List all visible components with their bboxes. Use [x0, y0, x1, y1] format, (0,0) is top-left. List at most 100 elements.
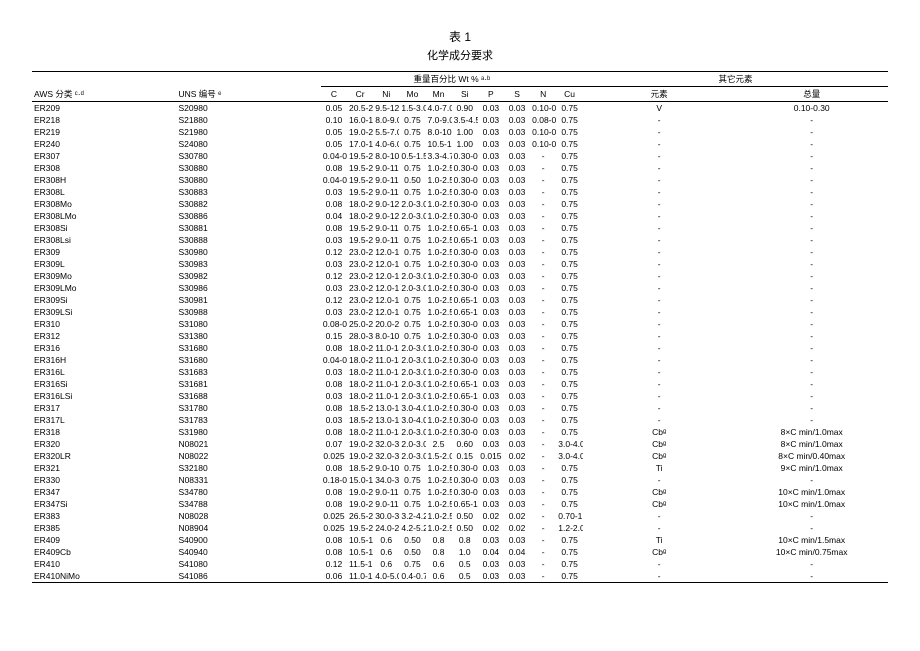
cell: 0.75 — [556, 306, 583, 318]
cell: - — [530, 378, 556, 390]
cell: - — [735, 558, 888, 570]
cell: 0.10-0.30 — [530, 138, 556, 150]
cell: 0.03 — [478, 186, 504, 198]
cell: 0.03 — [504, 438, 530, 450]
cell: 28.0-32.0 — [347, 330, 373, 342]
cell: 0.10-0.30 — [530, 102, 556, 115]
cell: S31688 — [176, 390, 320, 402]
cell: 0.70-1.5 — [556, 510, 583, 522]
cell: 18.0-20.0 — [347, 378, 373, 390]
cell: - — [735, 378, 888, 390]
cell: ER385 — [32, 522, 176, 534]
cell: 1.0-2.5 — [426, 198, 452, 210]
cell: 19.0-21.5 — [347, 498, 373, 510]
cell: 0.03 — [478, 474, 504, 486]
table-row: ER308MoS308820.0818.0-21.09.0-12.02.0-3.… — [32, 198, 888, 210]
table-row: ER383N080280.02526.5-28.530.0-33.03.2-4.… — [32, 510, 888, 522]
cell: 0.75 — [556, 174, 583, 186]
cell: S40900 — [176, 534, 320, 546]
cell: 0.08 — [321, 222, 347, 234]
cell: 0.30-0.65 — [452, 210, 478, 222]
cell: 0.75 — [556, 282, 583, 294]
cell: 18.0-20.0 — [347, 390, 373, 402]
cell: - — [530, 270, 556, 282]
cell: Cbᵍ — [583, 450, 735, 462]
cell: 0.04-0.08 — [321, 174, 347, 186]
col-header: N — [530, 87, 556, 102]
cell: - — [530, 498, 556, 510]
cell: S30883 — [176, 186, 320, 198]
cell: 0.08 — [321, 426, 347, 438]
cell: - — [530, 330, 556, 342]
cell: 0.75 — [556, 114, 583, 126]
cell: 0.75 — [399, 186, 425, 198]
cell: 0.6 — [373, 534, 399, 546]
cell: S31780 — [176, 402, 320, 414]
cell: 0.03 — [478, 426, 504, 438]
cell: 0.75 — [399, 258, 425, 270]
cell: 0.75 — [556, 198, 583, 210]
cell: - — [583, 378, 735, 390]
cell: ER312 — [32, 330, 176, 342]
cell: ER410NiMo — [32, 570, 176, 583]
cell: ER316 — [32, 342, 176, 354]
table-row: ER308HS308800.04-0.0819.5-22.09.0-11.00.… — [32, 174, 888, 186]
cell: N08022 — [176, 450, 320, 462]
cell: - — [583, 186, 735, 198]
cell: 12.0-14.0 — [373, 306, 399, 318]
cell: 0.30-0.65 — [452, 342, 478, 354]
cell: 0.75 — [556, 258, 583, 270]
table-row: ER307S307800.04-0.1419.5-22.08.0-10.70.5… — [32, 150, 888, 162]
cell: Cbᵍ — [583, 426, 735, 438]
cell: 1.5-2.0 — [426, 450, 452, 462]
cell: 0.03 — [478, 258, 504, 270]
cell: 0.03 — [478, 114, 504, 126]
cell: 19.5-22.0 — [347, 234, 373, 246]
cell: 0.75 — [399, 318, 425, 330]
cell: - — [735, 162, 888, 174]
cell: 0.75 — [556, 474, 583, 486]
cell: 0.03 — [321, 258, 347, 270]
cell: 1.0-2.5 — [426, 174, 452, 186]
cell: 0.03 — [478, 150, 504, 162]
cell: 0.05 — [321, 102, 347, 115]
cell: - — [583, 270, 735, 282]
cell: 0.75 — [399, 246, 425, 258]
cell: - — [583, 282, 735, 294]
cell: 2.0-3.0 — [399, 438, 425, 450]
cell: 0.90 — [452, 102, 478, 115]
cell: 23.0-25.0 — [347, 306, 373, 318]
cell: 0.75 — [556, 498, 583, 510]
cell: 8.0-10.5 — [373, 330, 399, 342]
cell: 0.03 — [478, 486, 504, 498]
cell: - — [583, 234, 735, 246]
cell: ER309L — [32, 258, 176, 270]
cell: ER383 — [32, 510, 176, 522]
cell: 1.0-2.5 — [426, 390, 452, 402]
cell: - — [530, 342, 556, 354]
cell: 8.0-10.7 — [373, 150, 399, 162]
cell: 0.05 — [321, 138, 347, 150]
cell: 19.5-22.0 — [347, 150, 373, 162]
cell: 0.30-0.65 — [452, 150, 478, 162]
cell: 0.08 — [321, 486, 347, 498]
cell: 0.30-0.65 — [452, 330, 478, 342]
cell: 3.5-4.5 — [452, 114, 478, 126]
cell: - — [583, 294, 735, 306]
col-header: Cu — [556, 87, 583, 102]
cell: 0.03 — [504, 426, 530, 438]
cell: - — [735, 306, 888, 318]
cell: 0.75 — [399, 498, 425, 510]
cell: S31380 — [176, 330, 320, 342]
cell: 1.0-2.5 — [426, 498, 452, 510]
cell: 9.0-11.0 — [373, 162, 399, 174]
cell: 1.00 — [452, 126, 478, 138]
cell: 0.03 — [504, 150, 530, 162]
cell: 0.03 — [504, 318, 530, 330]
table-row: ER410NiMoS410860.0611.0-12.54.0-5.00.4-0… — [32, 570, 888, 583]
cell: 23.0-25.0 — [347, 258, 373, 270]
cell: - — [735, 246, 888, 258]
cell: 12.0-14.0 — [373, 258, 399, 270]
cell: 1.0-2.5 — [426, 414, 452, 426]
cell: - — [583, 210, 735, 222]
